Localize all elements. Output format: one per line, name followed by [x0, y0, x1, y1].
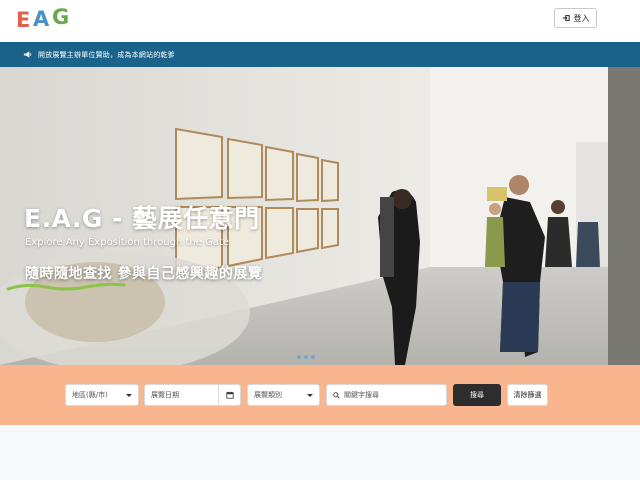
megaphone-icon — [23, 51, 32, 58]
announcement-bar[interactable]: 開放展覽主辦單位贊助，成為本網站的乾爹 — [0, 42, 640, 67]
category-select[interactable]: 展覽類別 — [247, 384, 320, 406]
chevron-down-icon — [126, 393, 132, 397]
keyword-search-input[interactable]: 關鍵字搜尋 — [326, 384, 447, 406]
search-filter-bar: 地區(縣/市) 展覽日期 展覽類別 關鍵字搜尋 搜尋 清除篩選 — [0, 365, 640, 425]
carousel-dot[interactable] — [304, 355, 308, 359]
carousel-indicators[interactable] — [297, 355, 315, 359]
logo-letter-g: G — [52, 5, 70, 29]
logo-letter-e: E — [16, 8, 31, 32]
login-button[interactable]: 登入 — [554, 8, 597, 28]
tagline-underline-decoration — [6, 282, 126, 291]
hero-title: E.A.G - 藝展任意門 — [24, 204, 260, 233]
hero-tagline-highlight: 隨時隨地查找 — [25, 266, 112, 282]
login-label: 登入 — [573, 13, 590, 23]
keyword-search-placeholder: 關鍵字搜尋 — [344, 391, 379, 399]
hero-banner: E.A.G - 藝展任意門 Explore Any Exposition thr… — [0, 67, 640, 365]
logo-letter-a: A — [33, 7, 50, 31]
calendar-icon — [225, 391, 234, 399]
city-select[interactable]: 地區(縣/市) — [65, 384, 139, 406]
carousel-dot[interactable] — [311, 355, 315, 359]
sign-in-icon — [562, 15, 570, 21]
carousel-dot[interactable] — [297, 355, 301, 359]
hero-tagline-rest: 參與自己感興趣的展覽 — [112, 266, 263, 282]
hero-tagline: 隨時隨地查找 參與自己感興趣的展覽 — [25, 263, 262, 283]
calendar-button[interactable] — [218, 385, 240, 405]
search-button[interactable]: 搜尋 — [453, 384, 501, 406]
chevron-down-icon — [307, 393, 313, 397]
city-select-label: 地區(縣/市) — [72, 391, 108, 399]
hero-subtitle: Explore Any Exposition through the Gate — [25, 237, 230, 248]
site-logo[interactable]: E A G — [16, 5, 78, 33]
announcement-text: 開放展覽主辦單位贊助，成為本網站的乾爹 — [38, 50, 175, 59]
clear-filters-button[interactable]: 清除篩選 — [507, 384, 548, 406]
search-icon — [333, 391, 340, 399]
site-header: E A G 登入 — [0, 0, 640, 42]
date-input[interactable]: 展覽日期 — [144, 384, 241, 406]
category-select-label: 展覽類別 — [254, 391, 282, 399]
content-area — [0, 425, 640, 480]
date-input-placeholder: 展覽日期 — [151, 391, 179, 399]
